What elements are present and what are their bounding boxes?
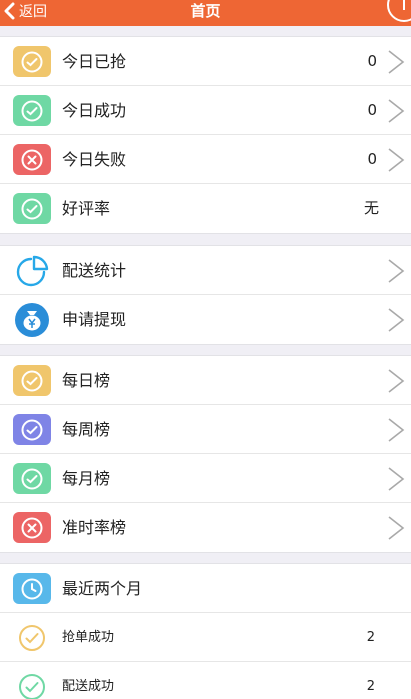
ranking-label: 准时率榜 [62, 518, 127, 537]
services-group: 配送统计 申请提现 [0, 245, 411, 345]
stat-label: 好评率 [62, 199, 111, 218]
service-label: 配送统计 [62, 261, 127, 280]
ranking-row-monthly[interactable]: 每月榜 [0, 454, 411, 503]
stat-row-grabbed[interactable]: 今日已抢 0 [0, 37, 411, 86]
navbar: 返回 首页 [0, 0, 411, 26]
stat-label: 今日失败 [62, 150, 127, 169]
check-circle-icon [13, 193, 51, 224]
stat-label: 今日成功 [62, 101, 127, 120]
chevron-right-icon [388, 467, 405, 491]
chevron-right-icon [388, 50, 405, 74]
chevron-right-icon [388, 418, 405, 442]
recent-group: 最近两个月 抢单成功 2 配送成功 2 [0, 563, 411, 699]
chevron-right-icon [388, 516, 405, 540]
stat-row-rating: 好评率 无 [0, 184, 411, 233]
chevron-right-icon [388, 259, 405, 283]
stat-row-failed[interactable]: 今日失败 0 [0, 135, 411, 184]
recent-value: 2 [366, 630, 375, 645]
x-circle-icon [13, 144, 51, 175]
clock-icon [13, 573, 51, 604]
ranking-label: 每月榜 [62, 469, 111, 488]
recent-header-label: 最近两个月 [62, 579, 143, 598]
stat-value: 0 [367, 150, 377, 168]
service-label: 申请提现 [62, 310, 127, 329]
ranking-row-daily[interactable]: 每日榜 [0, 356, 411, 405]
chevron-right-icon [388, 308, 405, 332]
check-circle-icon [13, 620, 51, 656]
check-circle-icon [13, 669, 51, 699]
pie-chart-icon [13, 253, 51, 289]
chevron-right-icon [388, 99, 405, 123]
today-stats-group: 今日已抢 0 今日成功 0 今日失败 0 好评率 无 [0, 36, 411, 234]
check-circle-icon [13, 95, 51, 126]
check-circle-icon [13, 365, 51, 396]
stat-label: 今日已抢 [62, 52, 127, 71]
recent-header-row: 最近两个月 [0, 564, 411, 613]
stat-value: 0 [367, 101, 377, 119]
ranking-label: 每日榜 [62, 371, 111, 390]
check-circle-icon [13, 414, 51, 445]
chevron-right-icon [388, 369, 405, 393]
service-row-delivery-stats[interactable]: 配送统计 [0, 246, 411, 295]
chevron-right-icon [388, 148, 405, 172]
check-circle-icon [13, 46, 51, 77]
stat-value: 无 [363, 199, 379, 217]
recent-row-grabbed: 抢单成功 2 [0, 613, 411, 662]
ranking-label: 每周榜 [62, 420, 111, 439]
recent-value: 2 [366, 679, 375, 694]
rankings-group: 每日榜 每周榜 每月榜 准时率榜 [0, 355, 411, 553]
x-circle-icon [13, 512, 51, 543]
recent-label: 抢单成功 [62, 630, 115, 645]
money-bag-icon [13, 302, 51, 338]
ranking-row-ontime[interactable]: 准时率榜 [0, 503, 411, 552]
service-row-withdraw[interactable]: 申请提现 [0, 295, 411, 344]
recent-label: 配送成功 [62, 679, 115, 694]
recent-row-delivered: 配送成功 2 [0, 662, 411, 699]
page-title: 首页 [190, 2, 221, 20]
stat-value: 0 [367, 52, 377, 70]
stat-row-success[interactable]: 今日成功 0 [0, 86, 411, 135]
ranking-row-weekly[interactable]: 每周榜 [0, 405, 411, 454]
check-circle-icon [13, 463, 51, 494]
